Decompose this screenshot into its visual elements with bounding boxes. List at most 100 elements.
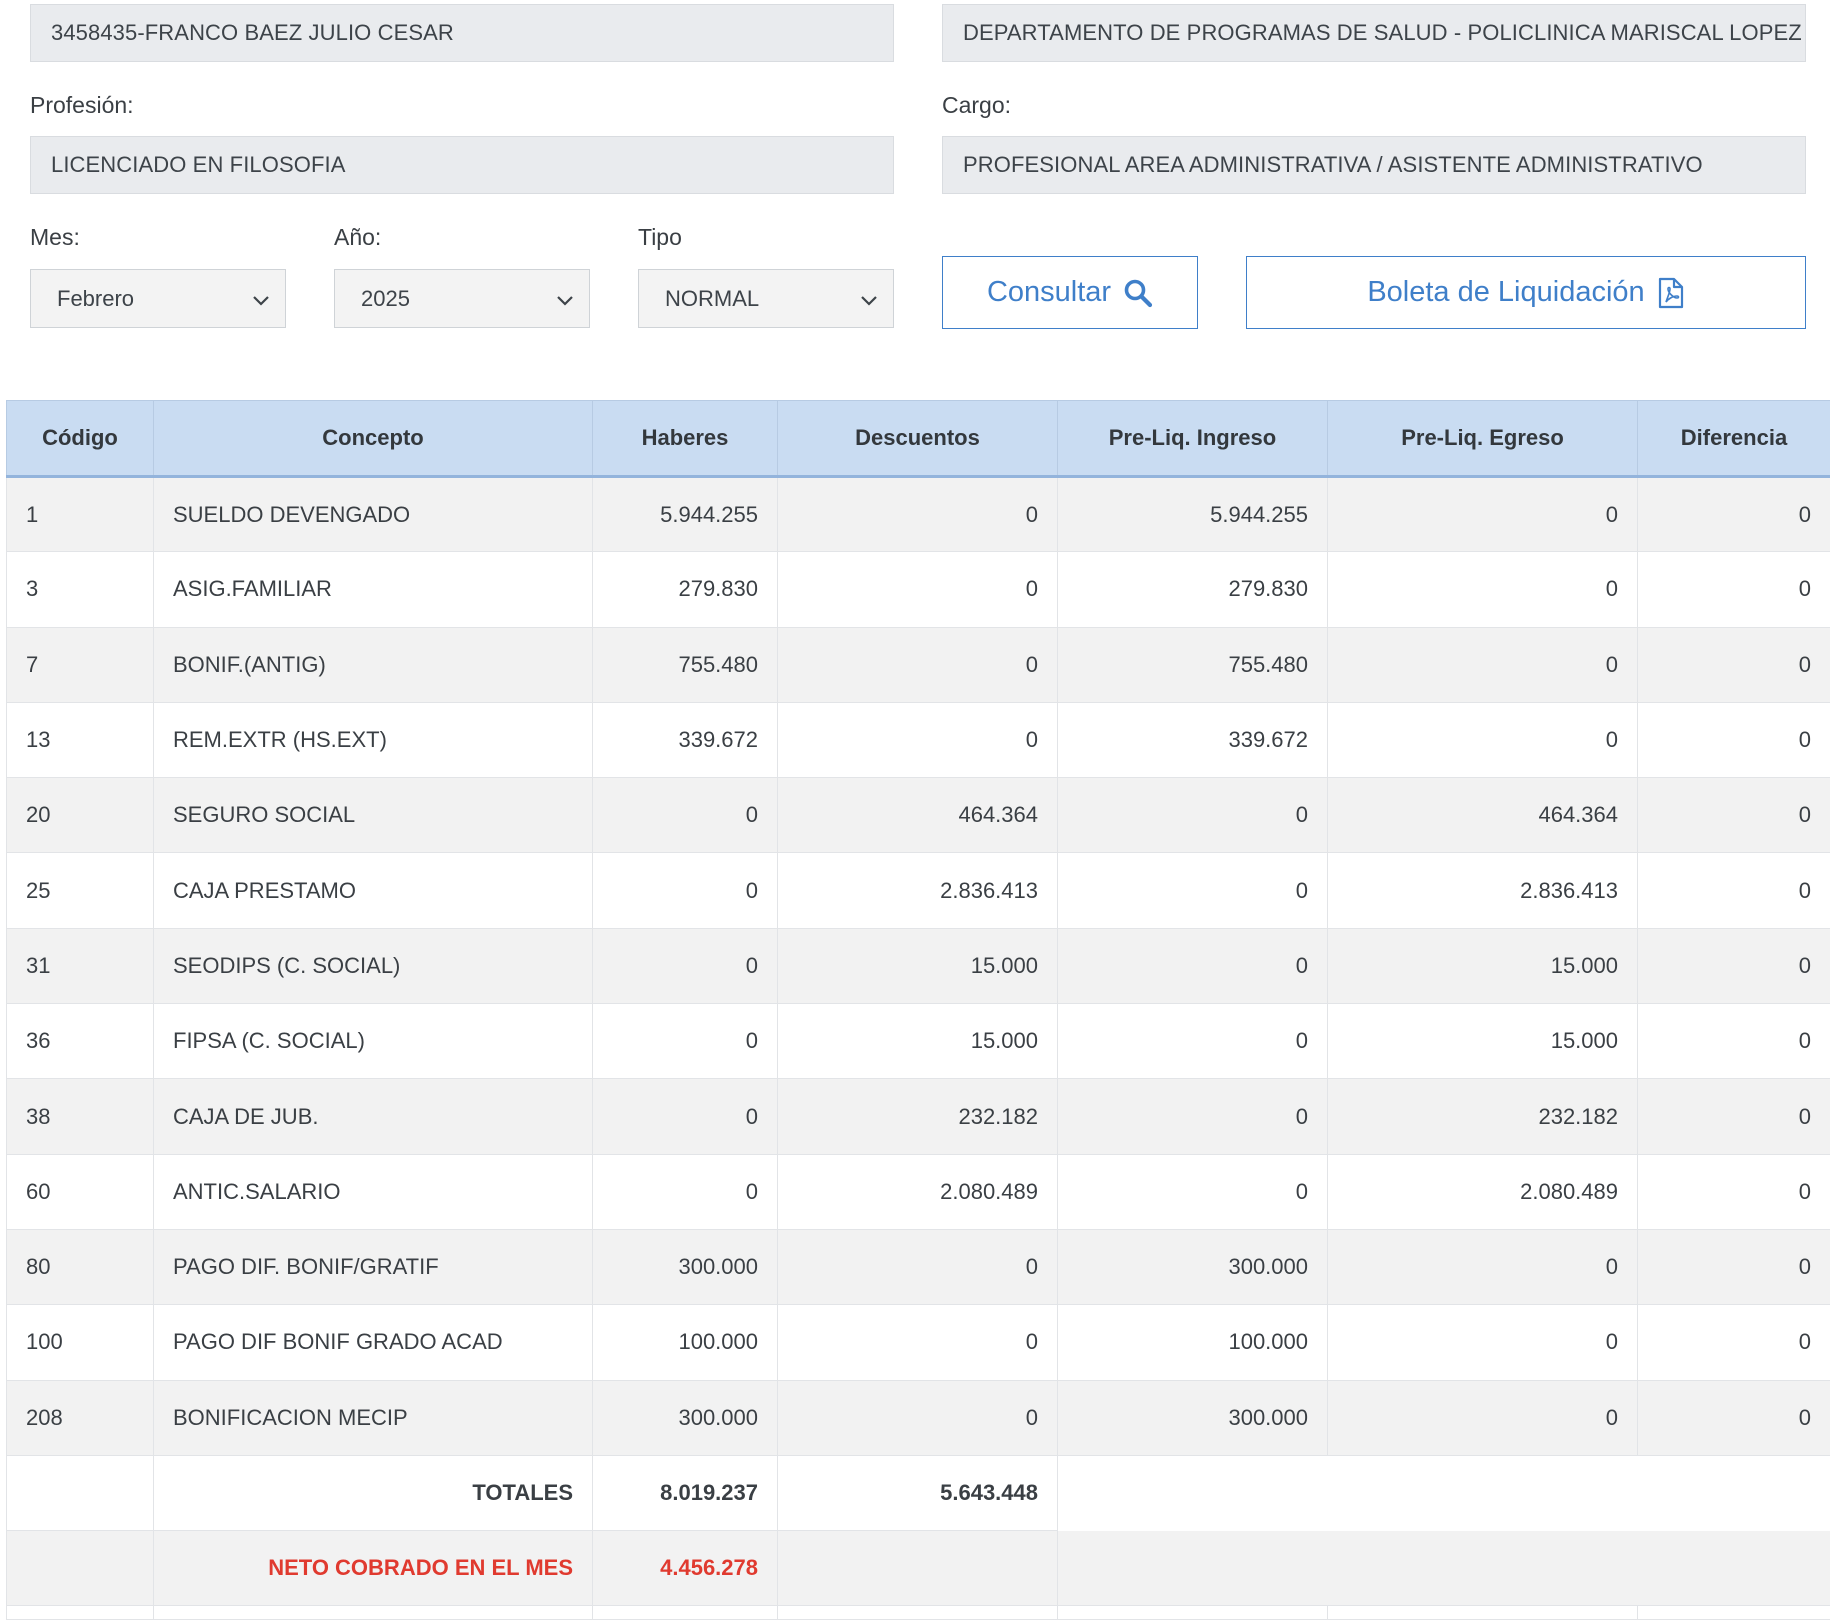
table-cell: 60	[6, 1153, 154, 1230]
column-header: Diferencia	[1637, 400, 1830, 478]
table-cell: 339.672	[1057, 701, 1328, 779]
table-cell: 0	[1637, 551, 1830, 628]
table-cell: 0	[1057, 1153, 1328, 1230]
table-cell: 100.000	[1057, 1304, 1328, 1381]
tipo-select[interactable]: NORMAL	[638, 269, 894, 328]
table-cell: 38	[6, 1078, 154, 1155]
consultar-button[interactable]: Consultar	[942, 256, 1198, 329]
table-cell: 0	[1057, 852, 1328, 929]
table-cell: 0	[1057, 777, 1328, 854]
boleta-liquidacion-button[interactable]: Boleta de Liquidación	[1246, 256, 1806, 329]
table-cell: 0	[1327, 1228, 1638, 1306]
table-cell: 0	[1057, 1078, 1328, 1155]
table-row: 36 FIPSA (C. SOCIAL) 0 15.000 0 15.000 0	[6, 1003, 1830, 1080]
table-cell: 80	[6, 1228, 154, 1306]
liquidacion-table: Código Concepto Haberes Descuentos Pre-Liq. …	[6, 400, 1830, 1621]
table-cell: 755.480	[1057, 626, 1328, 703]
table-cell: BONIF.(ANTIG)	[153, 626, 593, 703]
table-cell: 0	[777, 1228, 1058, 1306]
table-cell: 0	[592, 1078, 778, 1155]
anio-select-value: 2025	[361, 285, 410, 311]
table-cell	[1057, 1530, 1830, 1606]
table-cell: 0	[777, 475, 1058, 553]
table-cell: FIPSA (C. SOCIAL)	[153, 1003, 593, 1080]
table-cell: 0	[1637, 1228, 1830, 1306]
table-cell: 300.000	[1057, 1228, 1328, 1306]
totales-haberes: 8.019.237	[592, 1454, 778, 1532]
table-cell: 0	[1637, 1304, 1830, 1381]
table-cell: 232.182	[777, 1078, 1058, 1155]
table-cell: 0	[777, 1304, 1058, 1381]
table-cell	[6, 1605, 154, 1621]
table-cell: 15.000	[1327, 1003, 1638, 1080]
column-header: Descuentos	[777, 400, 1058, 478]
table-cell: 0	[1327, 1304, 1638, 1381]
table-cell: 13	[6, 701, 154, 779]
table-cell: SUELDO DEVENGADO	[153, 475, 593, 553]
table-cell: 0	[1637, 1153, 1830, 1230]
tipo-select-value: NORMAL	[665, 285, 760, 311]
table-cell: CAJA DE JUB.	[153, 1078, 593, 1155]
table-row: 38 CAJA DE JUB. 0 232.182 0 232.182 0	[6, 1078, 1830, 1155]
table-cell: 0	[592, 852, 778, 929]
table-cell: 0	[1057, 1003, 1328, 1080]
totales-descuentos: 5.643.448	[777, 1454, 1058, 1532]
table-cell: 0	[1637, 626, 1830, 703]
table-cell	[6, 1530, 154, 1607]
table-cell	[6, 1454, 154, 1532]
anio-label: Año:	[334, 224, 382, 250]
table-cell: 0	[1637, 701, 1830, 779]
table-cell: 5.944.255	[1057, 475, 1328, 553]
table-cell: 0	[1327, 475, 1638, 553]
table-cell: 0	[1637, 1003, 1830, 1080]
mes-label: Mes:	[30, 224, 80, 250]
column-header: Haberes	[592, 400, 778, 478]
table-cell: 0	[777, 551, 1058, 628]
table-cell: 2.080.489	[777, 1153, 1058, 1230]
anio-select[interactable]: 2025	[334, 269, 590, 328]
table-row: 31 SEODIPS (C. SOCIAL) 0 15.000 0 15.000 0	[6, 927, 1830, 1005]
table-cell: REM.EXTR (HS.EXT)	[153, 701, 593, 779]
search-icon	[1124, 279, 1153, 307]
pdf-file-icon	[1658, 277, 1683, 308]
table-cell	[777, 1605, 1058, 1621]
table-cell: ANTIC.SALARIO	[153, 1153, 593, 1230]
table-cell: 0	[1327, 1379, 1638, 1456]
table-cell: 0	[1327, 551, 1638, 628]
table-cell: 0	[592, 1003, 778, 1080]
table-cell: 300.000	[592, 1228, 778, 1306]
funcionario-field: 3458435-FRANCO BAEZ JULIO CESAR	[30, 4, 894, 62]
column-header: Pre-Liq. Egreso	[1327, 400, 1638, 478]
table-cell	[1057, 1605, 1328, 1621]
table-cell: 20	[6, 777, 154, 854]
neto-row: NETO COBRADO EN EL MES 4.456.278	[6, 1530, 1830, 1607]
table-row	[6, 1605, 1830, 1621]
table-row: 80 PAGO DIF. BONIF/GRATIF 300.000 0 300.000 0…	[6, 1228, 1830, 1306]
table-cell: 0	[1637, 927, 1830, 1005]
table-cell: 464.364	[777, 777, 1058, 854]
table-cell: 2.080.489	[1327, 1153, 1638, 1230]
table-cell: 0	[1637, 475, 1830, 553]
table-cell: 2.836.413	[1327, 852, 1638, 929]
table-cell	[1637, 1605, 1830, 1621]
table-cell: 15.000	[777, 927, 1058, 1005]
table-cell: 7	[6, 626, 154, 703]
table-cell: 31	[6, 927, 154, 1005]
profesion-label: Profesión:	[30, 92, 134, 118]
table-row: 7 BONIF.(ANTIG) 755.480 0 755.480 0 0	[6, 626, 1830, 703]
boleta-label: Boleta de Liquidación	[1367, 276, 1645, 308]
table-row: 1 SUELDO DEVENGADO 5.944.255 0 5.944.255 0 0	[6, 475, 1830, 553]
table-cell: 0	[592, 1153, 778, 1230]
table-cell: CAJA PRESTAMO	[153, 852, 593, 929]
column-header: Código	[6, 400, 154, 478]
table-cell: 755.480	[592, 626, 778, 703]
table-cell: 0	[592, 927, 778, 1005]
table-cell: 0	[1057, 927, 1328, 1005]
neto-label: NETO COBRADO EN EL MES	[153, 1530, 593, 1607]
table-cell: 15.000	[1327, 927, 1638, 1005]
table-row: 60 ANTIC.SALARIO 0 2.080.489 0 2.080.489 0	[6, 1153, 1830, 1230]
totales-label: TOTALES	[153, 1454, 593, 1532]
mes-select[interactable]: Febrero	[30, 269, 286, 328]
tipo-label: Tipo	[638, 224, 682, 250]
table-cell: PAGO DIF BONIF GRADO ACAD	[153, 1304, 593, 1381]
